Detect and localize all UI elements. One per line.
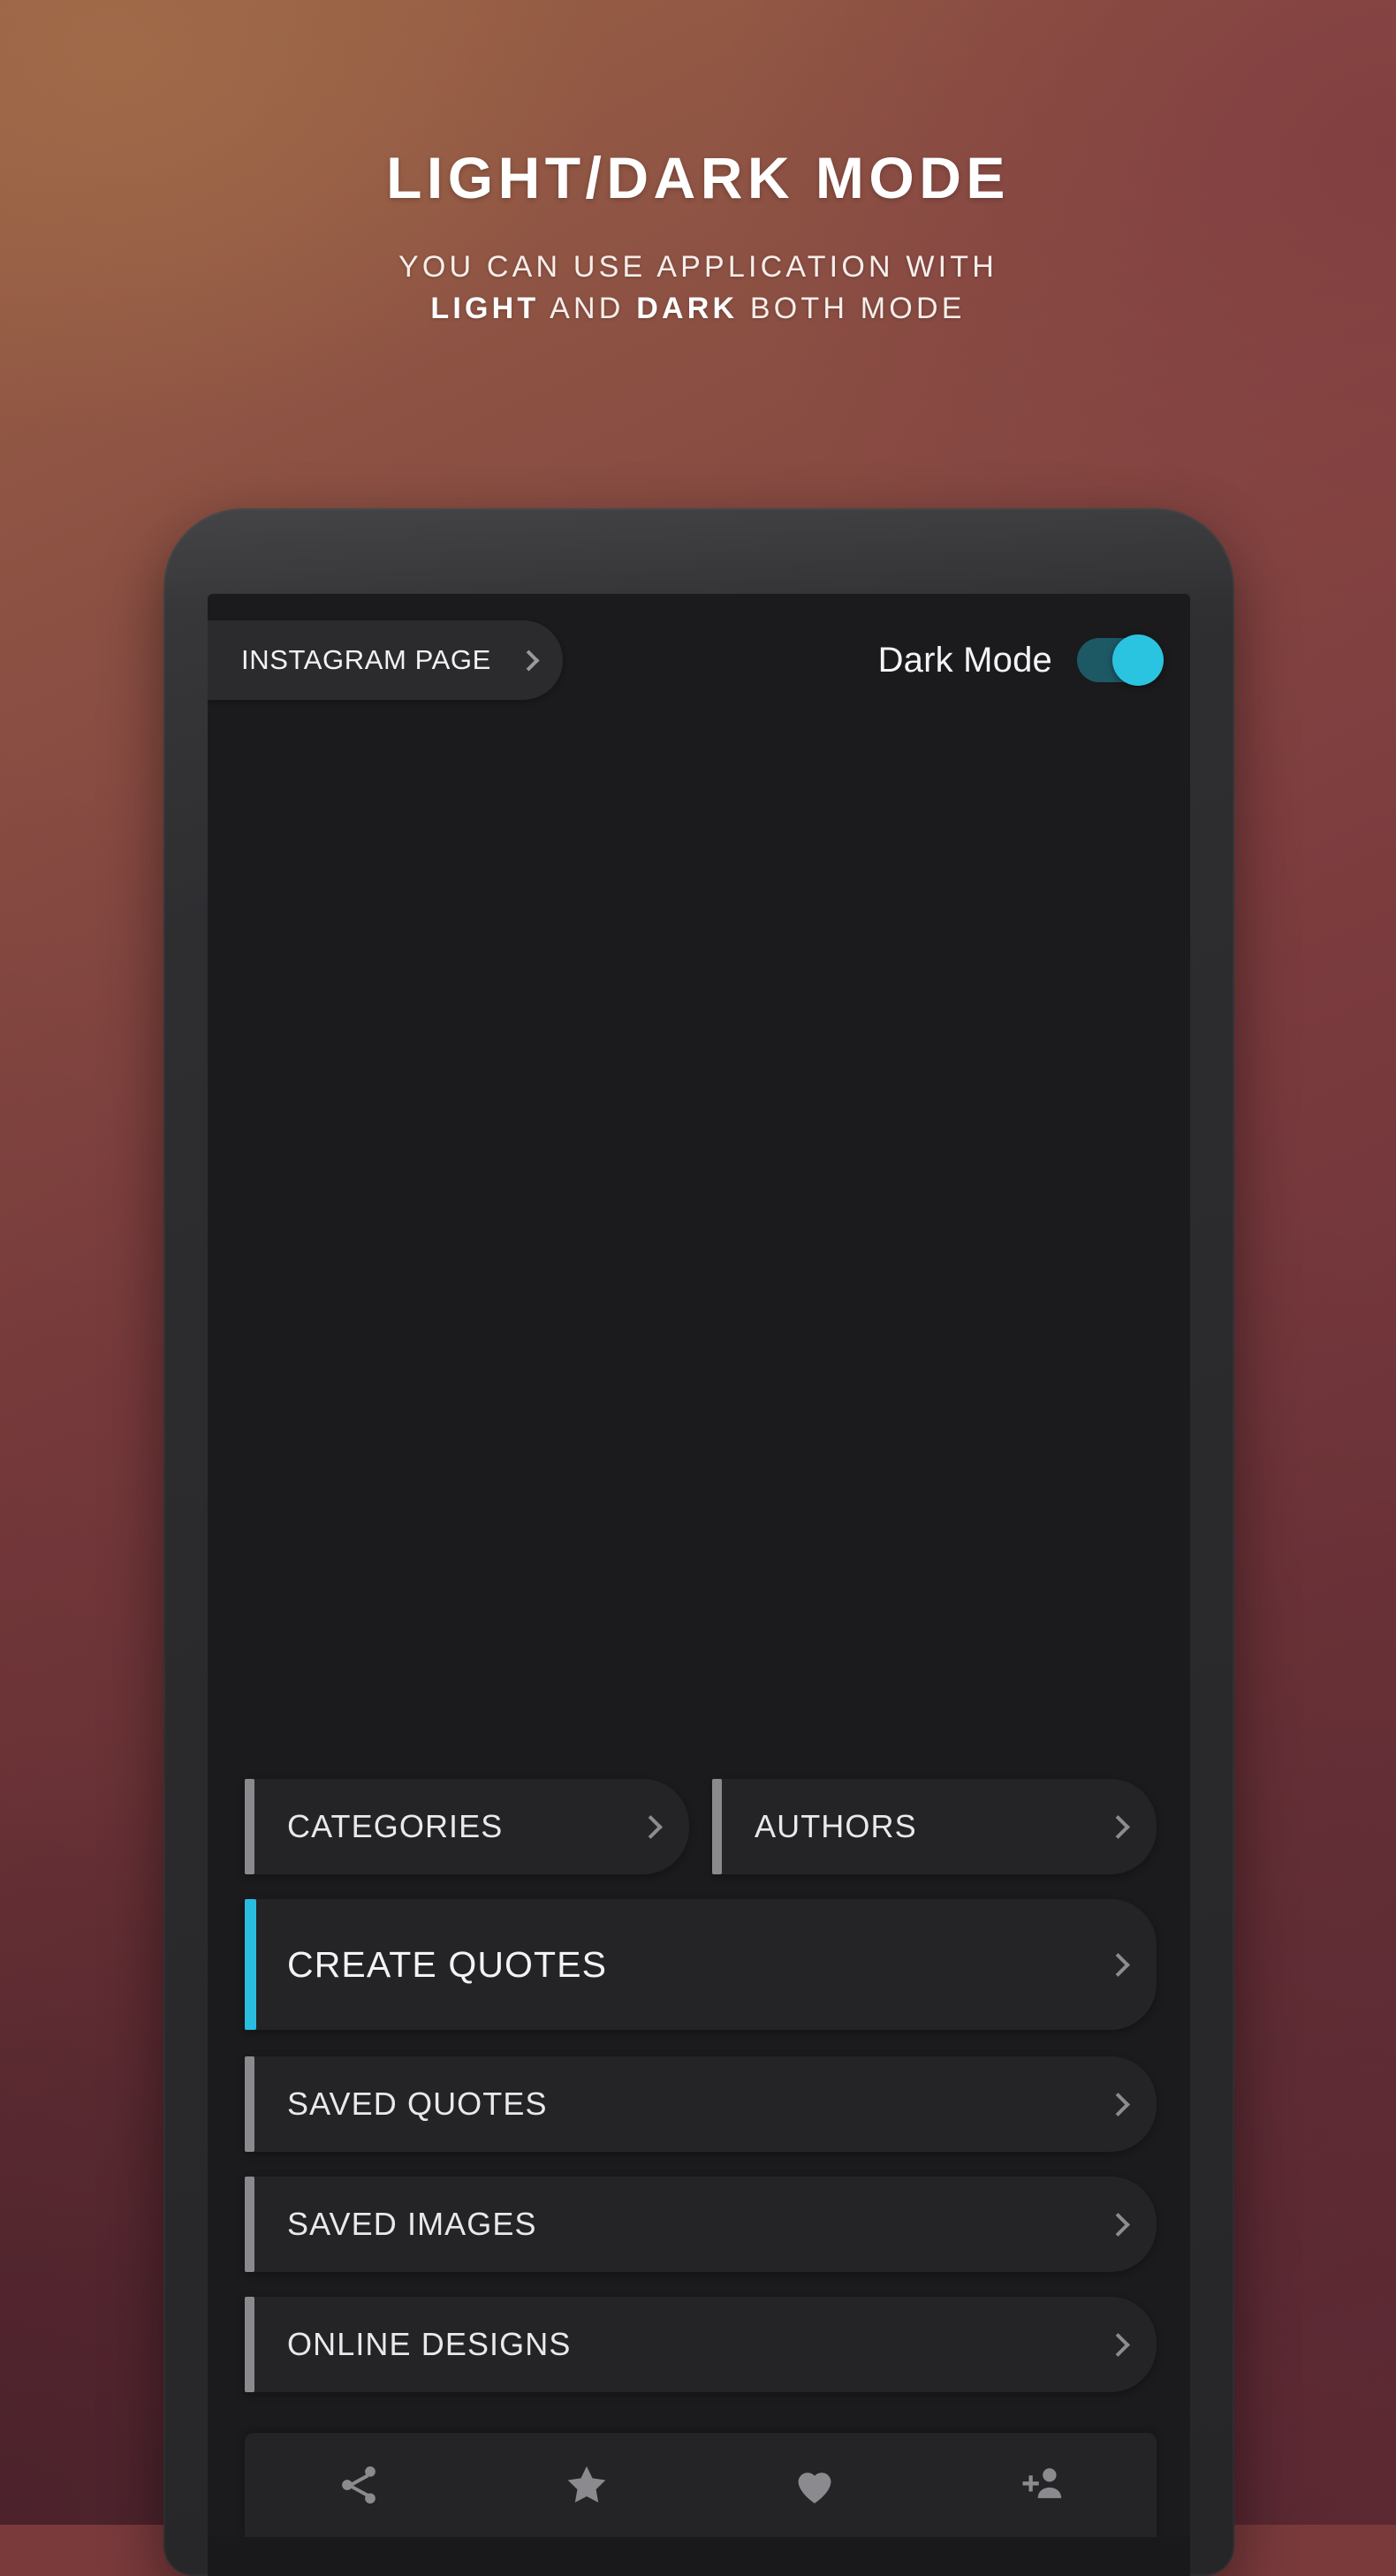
accent-bar <box>245 2177 254 2272</box>
chevron-right-icon <box>1106 2212 1130 2237</box>
bottom-navigation-bar <box>245 2433 1157 2537</box>
menu-item-label: AUTHORS <box>755 1808 917 1844</box>
toggle-knob <box>1112 635 1164 686</box>
menu-item-label: SAVED IMAGES <box>287 2206 537 2242</box>
chevron-right-icon <box>1106 1814 1130 1839</box>
accent-bar <box>712 1779 722 1874</box>
nav-button-likes[interactable] <box>701 2461 929 2509</box>
app-top-bar: INSTAGRAM PAGE Dark Mode <box>208 594 1190 726</box>
menu-item-label: CREATE QUOTES <box>287 1943 608 1985</box>
chevron-right-icon <box>518 649 540 672</box>
instagram-page-button[interactable]: INSTAGRAM PAGE <box>208 620 563 700</box>
accent-bar-active <box>245 1899 256 2030</box>
dark-mode-toggle[interactable] <box>1077 635 1164 686</box>
accent-bar <box>245 1779 254 1874</box>
accent-bar <box>245 2056 254 2152</box>
menu-item-authors[interactable]: AUTHORS <box>712 1779 1157 1874</box>
accent-bar <box>245 2297 254 2392</box>
menu-item-create-quotes[interactable]: CREATE QUOTES <box>245 1899 1157 2030</box>
nav-button-favorites[interactable] <box>473 2461 701 2509</box>
menu-item-label: ONLINE DESIGNS <box>287 2326 572 2362</box>
app-menu: CATEGORIES AUTHORS CREATE QUOTES SAVED Q… <box>208 1779 1190 2417</box>
menu-item-categories[interactable]: CATEGORIES <box>245 1779 689 1874</box>
subtitle-line-1: YOU CAN USE APPLICATION WITH <box>398 250 998 284</box>
menu-item-saved-quotes[interactable]: SAVED QUOTES <box>245 2056 1157 2152</box>
menu-item-saved-images[interactable]: SAVED IMAGES <box>245 2177 1157 2272</box>
app-content-area <box>208 726 1190 1779</box>
menu-item-label: CATEGORIES <box>287 1808 504 1844</box>
app-screen: INSTAGRAM PAGE Dark Mode CATEGORIES AUTH… <box>208 594 1190 2576</box>
heart-icon <box>798 2473 831 2504</box>
nav-button-invite[interactable] <box>929 2461 1157 2509</box>
dark-mode-control[interactable]: Dark Mode <box>877 635 1164 686</box>
menu-row-top: CATEGORIES AUTHORS <box>245 1779 1157 1874</box>
promo-header: LIGHT/DARK MODE YOU CAN USE APPLICATION … <box>0 0 1396 330</box>
menu-item-online-designs[interactable]: ONLINE DESIGNS <box>245 2297 1157 2392</box>
page-subtitle: YOU CAN USE APPLICATION WITH LIGHT AND D… <box>0 247 1396 330</box>
share-icon <box>342 2466 376 2504</box>
phone-bottom-gap <box>208 2537 1190 2576</box>
subtitle-tail: BOTH MODE <box>738 291 966 325</box>
star-icon <box>567 2466 606 2503</box>
subtitle-light-word: LIGHT <box>430 291 540 325</box>
subtitle-dark-word: DARK <box>636 291 739 325</box>
chevron-right-icon <box>1106 1952 1130 1977</box>
menu-item-label: SAVED QUOTES <box>287 2086 548 2122</box>
instagram-page-label: INSTAGRAM PAGE <box>241 644 491 675</box>
chevron-right-icon <box>639 1814 663 1839</box>
add-person-icon <box>1022 2468 1062 2498</box>
nav-button-share[interactable] <box>245 2462 473 2508</box>
page-title: LIGHT/DARK MODE <box>386 145 1010 210</box>
chevron-right-icon <box>1106 2332 1130 2357</box>
chevron-right-icon <box>1106 2092 1130 2116</box>
subtitle-and-word: AND <box>539 291 637 325</box>
dark-mode-label: Dark Mode <box>877 640 1052 680</box>
phone-mockup: INSTAGRAM PAGE Dark Mode CATEGORIES AUTH… <box>163 508 1234 2576</box>
